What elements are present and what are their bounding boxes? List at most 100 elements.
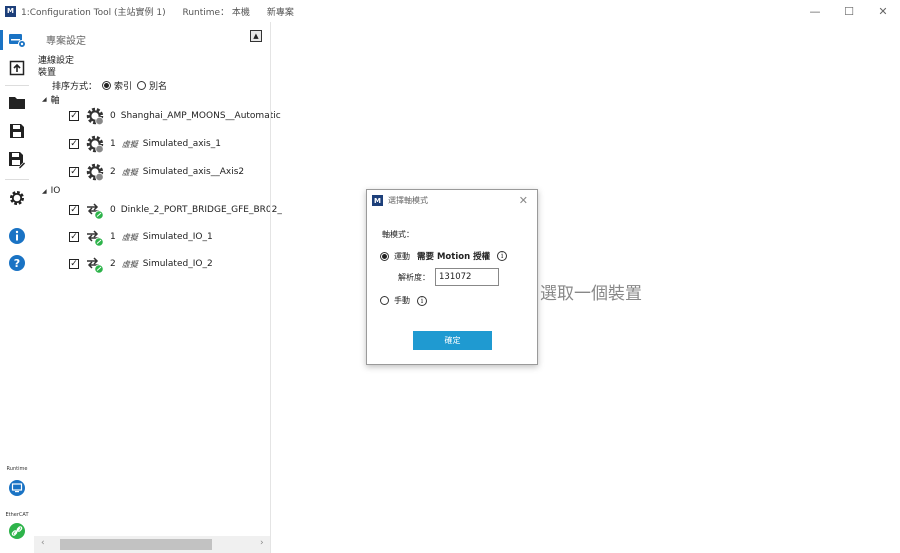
io-index: 0 <box>110 205 116 215</box>
device-section-label: 裝置 <box>38 68 57 78</box>
io-group-node[interactable]: ◢ IO <box>42 186 60 196</box>
ethercat-button[interactable] <box>0 519 34 543</box>
collapse-caret-icon[interactable]: ◢ <box>42 188 47 195</box>
pin-button[interactable]: ▲ <box>250 30 262 42</box>
io-name: Simulated_IO_1 <box>142 232 213 242</box>
empty-state-message: 選取一個裝置 <box>540 284 642 304</box>
sort-options: 排序方式： 索引 別名 <box>52 79 167 92</box>
monitor-icon <box>9 480 25 496</box>
project-settings-button[interactable] <box>0 28 34 52</box>
dialog-logo-icon: M <box>372 195 383 206</box>
motion-license-note: 需要 Motion 授權 <box>417 252 491 262</box>
simulated-tag: 虛擬 <box>121 232 138 242</box>
panel-title: 專案設定 <box>46 36 86 47</box>
runtime-button[interactable] <box>0 476 34 500</box>
motion-option-row[interactable]: 運動 需要 Motion 授權 i <box>380 250 508 262</box>
axis-checkbox[interactable]: ✓ <box>69 167 79 177</box>
panel-divider[interactable] <box>270 22 271 553</box>
dialog-close-icon[interactable]: ✕ <box>519 194 528 207</box>
simulated-tag: 虛擬 <box>121 139 138 149</box>
upload-button[interactable] <box>0 56 34 80</box>
axis-gear-icon <box>86 107 104 126</box>
axis-checkbox[interactable]: ✓ <box>69 111 79 121</box>
project-name: 新專案 <box>266 7 294 18</box>
io-checkbox[interactable]: ✓ <box>69 232 79 242</box>
dialog-title: 選擇軸模式 <box>388 196 428 205</box>
save-as-button[interactable] <box>0 148 34 172</box>
axis-mode-dialog: M 選擇軸模式 ✕ 軸模式： 運動 需要 Motion 授權 i 解析度： 手動… <box>366 189 538 365</box>
info-circle-icon[interactable]: i <box>497 251 508 261</box>
simulated-tag: 虛擬 <box>121 259 138 269</box>
left-toolbar: ? Runtime EtherCAT <box>0 26 34 553</box>
io-group-label: IO <box>50 186 61 196</box>
motion-mode-radio[interactable] <box>380 251 389 261</box>
minimize-button[interactable]: — <box>798 0 832 22</box>
close-button[interactable]: ✕ <box>866 0 900 22</box>
sort-by-index-label: 索引 <box>114 82 133 92</box>
io-exchange-icon <box>87 257 104 274</box>
io-index: 1 <box>110 232 116 242</box>
scrollbar-thumb[interactable] <box>60 539 212 550</box>
io-checkbox[interactable]: ✓ <box>69 259 79 269</box>
info-icon <box>9 228 25 244</box>
scroll-right-icon[interactable]: › <box>260 538 264 548</box>
link-icon <box>9 523 25 539</box>
axis-checkbox[interactable]: ✓ <box>69 139 79 149</box>
io-exchange-icon <box>87 230 104 247</box>
axis-item-0[interactable]: ✓ 0 Shanghai_AMP_MOONS__Automatic <box>69 104 281 128</box>
gear-icon <box>10 191 24 205</box>
help-button[interactable]: ? <box>0 251 34 275</box>
save-as-icon <box>9 152 26 169</box>
io-item-1[interactable]: ✓ 1 虛擬 Simulated_IO_1 <box>69 225 213 249</box>
ethercat-label: EtherCAT <box>5 512 29 518</box>
axis-item-2[interactable]: ✓ 2 虛擬 Simulated_axis__Axis2 <box>69 160 244 184</box>
io-item-0[interactable]: ✓ 0 Dinkle_2_PORT_BRIDGE_GFE_BR02_ <box>69 198 282 222</box>
resolution-input[interactable] <box>435 268 499 286</box>
manual-option-label: 手動 <box>394 296 410 305</box>
axis-index: 2 <box>110 167 116 177</box>
sort-by-index-radio[interactable] <box>102 81 112 90</box>
resolution-label: 解析度： <box>398 272 430 282</box>
simulated-tag: 虛擬 <box>121 167 138 177</box>
info-circle-icon[interactable]: i <box>417 295 427 306</box>
sort-by-alias-label: 別名 <box>149 82 168 92</box>
app-logo-icon: M <box>5 5 16 17</box>
resolution-row: 解析度： <box>398 268 499 286</box>
io-name: Simulated_IO_2 <box>142 259 213 269</box>
motion-option-label: 運動 <box>394 251 410 261</box>
io-index: 2 <box>110 259 116 269</box>
settings-button[interactable] <box>0 186 34 210</box>
help-icon: ? <box>9 255 25 271</box>
axis-gear-icon <box>86 135 104 154</box>
folder-icon <box>9 96 25 109</box>
runtime-label: Runtime <box>6 466 28 472</box>
axis-gear-icon <box>86 163 104 182</box>
io-checkbox[interactable]: ✓ <box>69 205 79 215</box>
axis-group-node[interactable]: ◢ 軸 <box>42 93 60 106</box>
axis-mode-label: 軸模式： <box>382 230 414 239</box>
maximize-button[interactable]: ☐ <box>832 0 866 22</box>
open-folder-button[interactable] <box>0 90 34 114</box>
project-settings-icon <box>9 34 26 48</box>
pin-icon: ▲ <box>253 32 259 40</box>
save-button[interactable] <box>0 119 34 143</box>
io-item-2[interactable]: ✓ 2 虛擬 Simulated_IO_2 <box>69 252 213 276</box>
io-exchange-icon <box>87 203 104 220</box>
collapse-caret-icon[interactable]: ◢ <box>42 96 47 103</box>
info-button[interactable] <box>0 224 34 248</box>
upload-icon <box>9 60 25 76</box>
window-title: 1:Configuration Tool (主站實例 1) <box>21 7 166 18</box>
manual-option-row[interactable]: 手動 i <box>380 295 427 306</box>
scroll-left-icon[interactable]: ‹ <box>41 538 45 548</box>
sort-label: 排序方式： <box>52 82 98 92</box>
axis-item-1[interactable]: ✓ 1 虛擬 Simulated_axis_1 <box>69 132 221 156</box>
sort-by-alias-radio[interactable] <box>137 81 147 90</box>
window-controls: — ☐ ✕ <box>798 0 900 22</box>
save-icon <box>10 124 24 138</box>
axis-name: Simulated_axis_1 <box>142 139 221 149</box>
ok-button[interactable]: 確定 <box>413 331 492 350</box>
horizontal-scrollbar[interactable]: ‹ › <box>34 536 271 553</box>
io-name: Dinkle_2_PORT_BRIDGE_GFE_BR02_ <box>120 205 282 215</box>
runtime-indicator: Runtime： 本機 <box>182 7 250 18</box>
manual-mode-radio[interactable] <box>380 296 389 305</box>
